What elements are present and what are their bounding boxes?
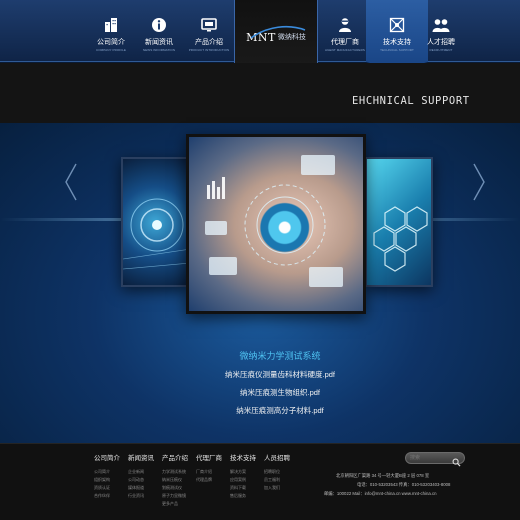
- logo-swoosh-icon: [250, 25, 306, 39]
- section-title: EHCHNICAL SUPPORT: [352, 95, 470, 107]
- footer-column: 人员招聘 招聘职位 员工福利 加入我们: [264, 452, 290, 492]
- footer-column-title[interactable]: 公司简介: [94, 452, 120, 462]
- gallery-prev-button[interactable]: [60, 160, 82, 204]
- footer-link[interactable]: 资料下载: [230, 484, 256, 492]
- search-input[interactable]: [410, 454, 450, 462]
- footer-email: 邮编：100022 Mail：info@mnt-china.cn www.mnt…: [324, 491, 437, 496]
- footer-link[interactable]: 员工福利: [264, 476, 290, 484]
- info-icon: [150, 16, 168, 34]
- people-icon: [432, 16, 450, 34]
- nav-label: 产品介绍: [195, 39, 223, 46]
- gallery-thumb-right[interactable]: [365, 157, 433, 287]
- footer-column: 技术支持 解决方案 应用案例 资料下载 售后服务: [230, 452, 256, 500]
- footer-column-title[interactable]: 产品介绍: [162, 452, 188, 462]
- footer-column-title[interactable]: 代理厂商: [196, 452, 222, 462]
- footer-link[interactable]: 媒体报道: [128, 484, 154, 492]
- nav-sublabel: RECRUITMENT: [429, 48, 453, 52]
- nav-sublabel: AGENT MANUFACTURERS: [324, 48, 365, 52]
- footer-link[interactable]: 力学测试系统: [162, 468, 188, 476]
- file-link[interactable]: 纳米压痕仪测量齿科材料硬度.pdf: [0, 369, 520, 380]
- gallery-thumb-left[interactable]: [121, 157, 189, 287]
- footer-link[interactable]: 合作伙伴: [94, 492, 120, 500]
- nav-label: 公司简介: [97, 39, 125, 46]
- nav-sublabel: PRODUCT INTRODUCTION: [188, 48, 230, 52]
- footer-link[interactable]: 纳米压痕仪: [162, 476, 188, 484]
- chevron-left-icon: [65, 163, 77, 201]
- title-band: [0, 63, 520, 123]
- nav-item-recruitment[interactable]: 人才招聘 RECRUITMENT: [410, 0, 472, 62]
- nav-label: 代理厂商: [331, 39, 359, 46]
- footer-search: [405, 452, 465, 467]
- footer-link[interactable]: 售后服务: [230, 492, 256, 500]
- footer-link[interactable]: 企业新闻: [128, 468, 154, 476]
- footer-link[interactable]: 厂商介绍: [196, 468, 222, 476]
- footer-column: 公司简介 公司简介 组织架构 资质认证 合作伙伴: [94, 452, 120, 500]
- nav-sublabel: NEWS INFORMATION: [142, 48, 176, 52]
- file-link[interactable]: 纳米压痕测高分子材料.pdf: [0, 405, 520, 416]
- footer-link[interactable]: 代理品牌: [196, 476, 222, 484]
- gallery-main-image[interactable]: [186, 134, 366, 314]
- hexagon-network-image: [373, 206, 428, 272]
- footer-link[interactable]: 解决方案: [230, 468, 256, 476]
- nav-sublabel: COMPANY PROFILE: [95, 48, 127, 52]
- tech-circle-image: [123, 198, 187, 270]
- footer-column: 新闻资讯 企业新闻 公司动态 媒体报道 行业资讯: [128, 452, 154, 500]
- gallery-next-button[interactable]: [468, 160, 490, 204]
- footer-link[interactable]: 组织架构: [94, 476, 120, 484]
- footer-column: 产品介绍 力学测试系统 纳米压痕仪 划痕测试仪 原子力显微镜 更多产品: [162, 452, 188, 508]
- nav-label: 人才招聘: [427, 39, 455, 46]
- footer-link[interactable]: 更多产品: [162, 500, 188, 508]
- footer-link[interactable]: 加入我们: [264, 484, 290, 492]
- chevron-right-icon: [473, 163, 485, 201]
- footer-link[interactable]: 公司动态: [128, 476, 154, 484]
- footer-link[interactable]: 行业资讯: [128, 492, 154, 500]
- footer-link[interactable]: 划痕测试仪: [162, 484, 188, 492]
- footer-link[interactable]: 应用案例: [230, 476, 256, 484]
- gallery-caption-title: 微纳米力学测试系统: [239, 351, 321, 361]
- footer-link[interactable]: 原子力显微镜: [162, 492, 188, 500]
- footer-phone: 电话：010-53203543 传真：010-53203403-8008: [357, 482, 451, 487]
- footer-link[interactable]: 资质认证: [94, 484, 120, 492]
- footer-address: 北京朝阳区广渠路 34 号一轻大厦B座 2 层 078 室: [336, 473, 430, 478]
- nav-item-products[interactable]: 产品介绍 PRODUCT INTRODUCTION: [178, 0, 240, 62]
- building-icon: [102, 16, 120, 34]
- footer-column-title[interactable]: 新闻资讯: [128, 452, 154, 462]
- nav-label: 新闻资讯: [145, 39, 173, 46]
- network-icon: [388, 16, 406, 34]
- search-icon[interactable]: [452, 454, 461, 472]
- nav-sublabel: TECHNICAL SUPPORT: [380, 48, 414, 52]
- agent-icon: [336, 16, 354, 34]
- eye-hud-image: [205, 155, 343, 287]
- monitor-icon: [200, 16, 218, 34]
- footer-column: 代理厂商 厂商介绍 代理品牌: [196, 452, 222, 484]
- footer-link[interactable]: 公司简介: [94, 468, 120, 476]
- footer-link[interactable]: 招聘职位: [264, 468, 290, 476]
- footer-column-title[interactable]: 技术支持: [230, 452, 256, 462]
- file-link[interactable]: 纳米压痕测生物组织.pdf: [0, 387, 520, 398]
- footer-column-title[interactable]: 人员招聘: [264, 452, 290, 462]
- nav-label: 技术支持: [383, 39, 411, 46]
